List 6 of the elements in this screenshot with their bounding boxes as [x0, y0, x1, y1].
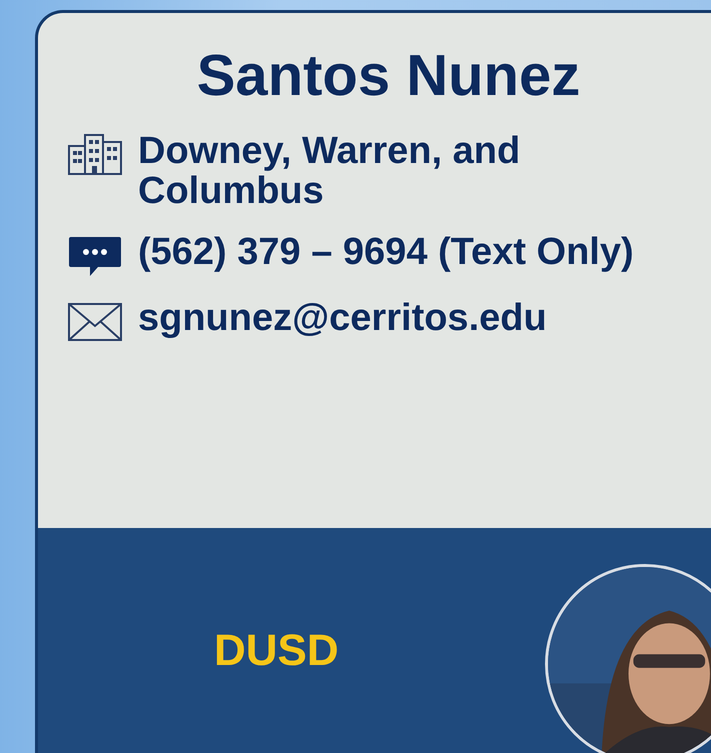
phone-text: (562) 379 – 9694 (Text Only) [138, 233, 634, 274]
buildings-icon [66, 132, 124, 176]
person-name: Santos Nunez [196, 43, 582, 110]
district-label: DUSD [214, 625, 339, 677]
location-text: Downey, Warren, and Columbus [138, 132, 522, 212]
email-text: sgnunez@cerritos.edu [138, 299, 547, 340]
